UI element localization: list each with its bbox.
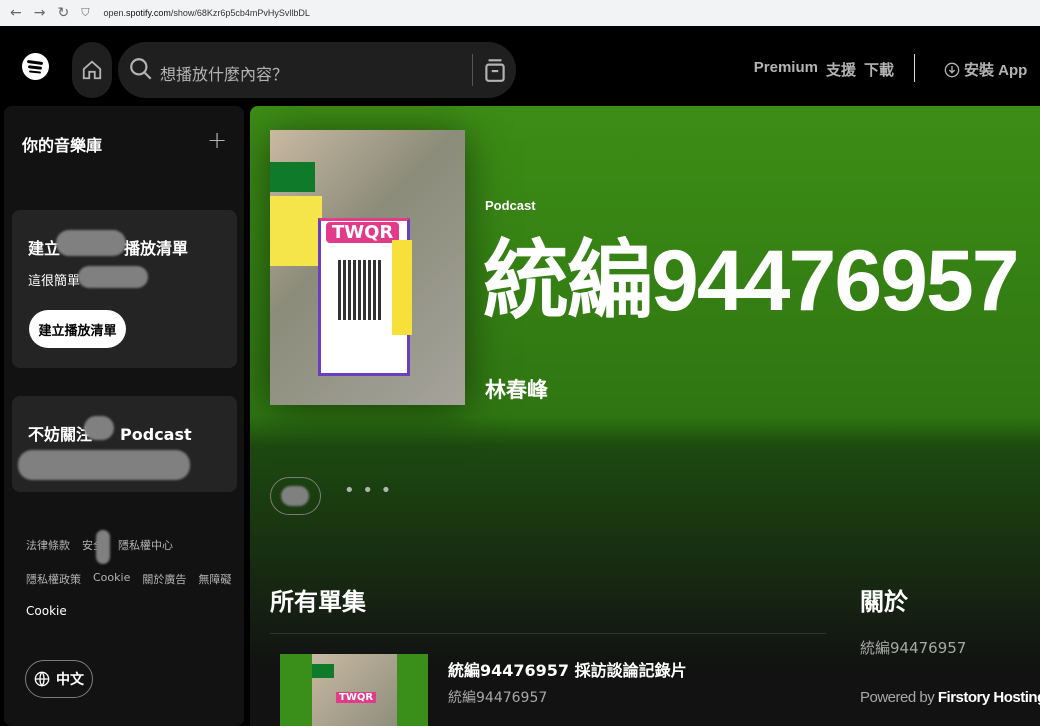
- cookie-settings-link[interactable]: Cookie: [26, 604, 67, 618]
- language-button[interactable]: 中文: [25, 660, 93, 698]
- cover-side-sign: [392, 240, 412, 335]
- cover-sign: [270, 162, 315, 192]
- top-links: Premium 支援 下載: [754, 59, 894, 80]
- powered-by-credit[interactable]: Powered by Firstory Hosting: [860, 689, 1040, 706]
- home-icon: [82, 60, 102, 80]
- about-section-title: 關於: [860, 588, 908, 616]
- create-playlist-desc: 這很簡單: [28, 274, 81, 289]
- follow-podcast-card: 不妨關注 Podcast: [12, 396, 237, 492]
- library-sidebar: 你的音樂庫 + 建立 播放清單 這很簡單 建立播放清單 不妨關注 Podcast 法…: [4, 106, 244, 726]
- support-link[interactable]: 支援: [826, 59, 856, 80]
- home-button[interactable]: [72, 42, 112, 98]
- redaction-blob: [96, 530, 110, 564]
- cover-label: TWQR: [326, 222, 400, 243]
- topbar-divider: [914, 54, 915, 82]
- cover-qr-code: [338, 260, 382, 320]
- legal-links-row: 隱私權政策 Cookie 關於廣告 無障礙: [26, 571, 231, 587]
- search-divider: [472, 54, 473, 86]
- address-bar[interactable]: open.spotify.com/show/68Kzr6p5cb4mPvHySv…: [103, 8, 309, 18]
- legal-link[interactable]: 法律條款: [26, 537, 70, 553]
- create-playlist-button[interactable]: 建立播放清單: [29, 310, 126, 348]
- follow-button[interactable]: [270, 477, 321, 515]
- spotify-logo-icon[interactable]: [22, 53, 49, 80]
- episode-subtitle[interactable]: 統編94476957: [448, 687, 547, 707]
- download-link[interactable]: 下載: [864, 59, 894, 80]
- thumb-sign: [312, 664, 334, 678]
- episode-thumbnail[interactable]: TWQR: [280, 654, 428, 726]
- premium-link[interactable]: Premium: [754, 59, 818, 80]
- search-icon: [130, 58, 152, 80]
- redaction-blob: [78, 266, 148, 288]
- thumb-label: TWQR: [336, 692, 377, 703]
- site-info-icon[interactable]: ⛉: [81, 6, 89, 20]
- search-bar[interactable]: 想播放什麼內容？: [118, 42, 516, 98]
- spotify-topbar: 想播放什麼內容？ Premium 支援 下載 安裝 App: [0, 26, 1040, 108]
- more-options-icon[interactable]: • • •: [344, 480, 392, 501]
- language-label: 中文: [56, 672, 84, 688]
- redaction-blob: [84, 416, 114, 440]
- reload-icon[interactable]: ↻: [57, 5, 69, 21]
- show-author[interactable]: 林春峰: [485, 374, 548, 404]
- plus-icon[interactable]: +: [207, 126, 227, 154]
- install-app-button[interactable]: 安裝 App: [944, 59, 1027, 80]
- accessibility-link[interactable]: 無障礙: [198, 571, 231, 587]
- download-circle-icon: [944, 62, 960, 77]
- library-title: 你的音樂庫: [22, 136, 103, 155]
- about-text: 統編94476957: [860, 639, 967, 657]
- privacy-policy-link[interactable]: 隱私權政策: [26, 571, 81, 587]
- episodes-section-title: 所有單集: [270, 588, 366, 616]
- redaction-blob: [18, 450, 190, 480]
- browser-toolbar: ← → ↻ ⛉ open.spotify.com/show/68Kzr6p5cb…: [0, 0, 1040, 26]
- show-main-panel: TWQR Podcast 統編94476957 林春峰 • • • 所有單集 關…: [250, 106, 1040, 726]
- episode-title[interactable]: 統編94476957 採訪談論記錄片: [448, 657, 687, 681]
- browse-icon[interactable]: [482, 56, 508, 84]
- forward-arrow-icon[interactable]: →: [34, 5, 46, 21]
- show-cover-image: TWQR: [270, 130, 465, 405]
- section-divider: [270, 633, 826, 634]
- create-playlist-card: 建立 播放清單 這很簡單 建立播放清單: [12, 210, 237, 368]
- globe-icon: [34, 671, 50, 687]
- install-app-label: 安裝 App: [964, 62, 1028, 79]
- episode-thumb-art: TWQR: [312, 654, 397, 726]
- redaction-blob: [56, 230, 126, 256]
- show-title: 統編94476957: [483, 233, 1020, 329]
- back-arrow-icon[interactable]: ←: [10, 5, 22, 21]
- show-kind: Podcast: [485, 198, 536, 213]
- cookie-link[interactable]: Cookie: [93, 571, 130, 587]
- cover-yellow-sign: [270, 196, 322, 266]
- redaction-blob: [281, 486, 309, 506]
- ads-link[interactable]: 關於廣告: [142, 571, 186, 587]
- search-input[interactable]: 想播放什麼內容？: [160, 61, 288, 85]
